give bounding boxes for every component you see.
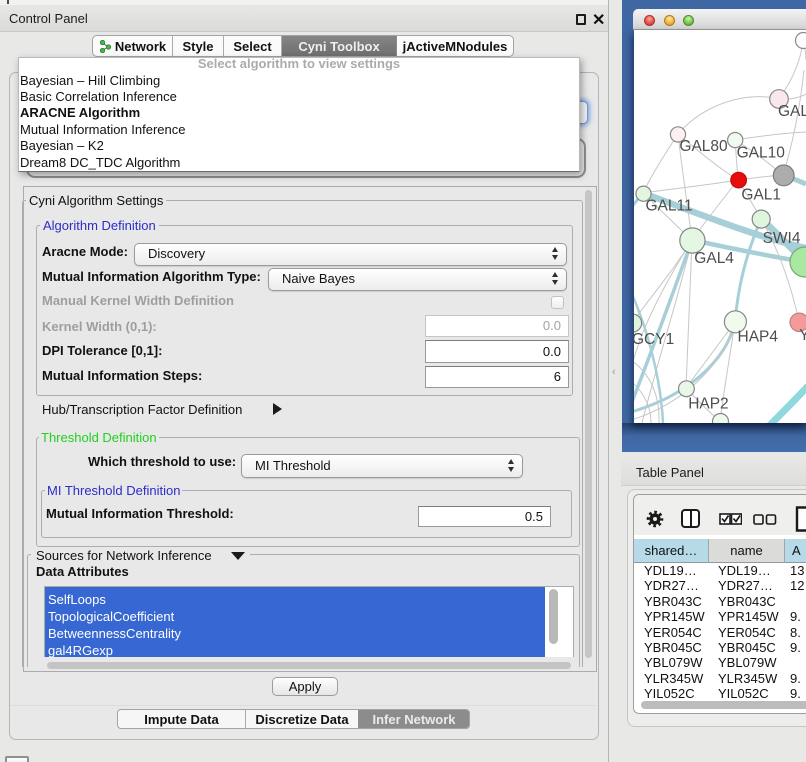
svg-text:GAL10: GAL10 bbox=[737, 145, 786, 162]
svg-text:GAL11: GAL11 bbox=[646, 198, 693, 215]
svg-text:GAL1: GAL1 bbox=[741, 186, 781, 203]
svg-text:YEL: YEL bbox=[799, 327, 806, 344]
svg-text:GAL4: GAL4 bbox=[694, 250, 734, 267]
svg-text:HAP2: HAP2 bbox=[688, 395, 729, 412]
svg-text:SWI4: SWI4 bbox=[763, 230, 801, 247]
svg-text:GAL7: GAL7 bbox=[778, 103, 806, 120]
svg-text:GAL80: GAL80 bbox=[679, 138, 728, 155]
svg-text:HAP4: HAP4 bbox=[738, 329, 779, 346]
svg-text:GCY1: GCY1 bbox=[634, 331, 674, 348]
